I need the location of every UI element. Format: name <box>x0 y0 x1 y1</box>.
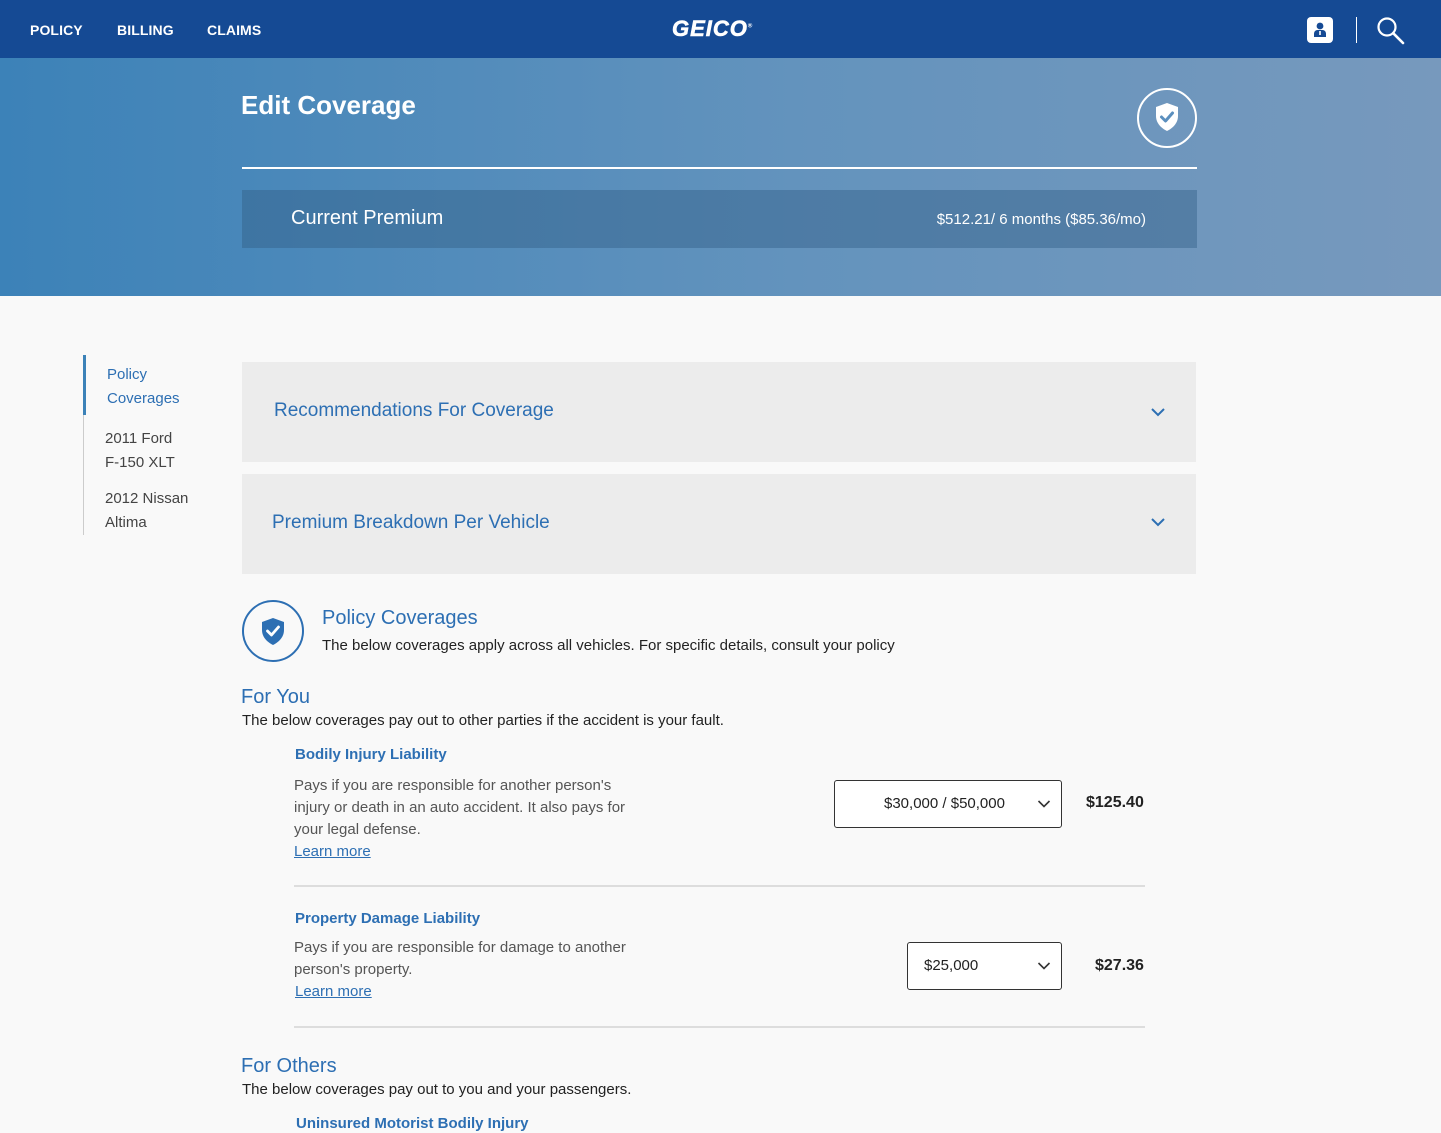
top-navigation: POLICY BILLING CLAIMS GEICO® <box>0 0 1441 58</box>
nav-policy-link[interactable]: POLICY <box>30 22 83 38</box>
nav-billing-link[interactable]: BILLING <box>117 22 174 38</box>
chevron-down-icon <box>1037 800 1051 808</box>
logo-text: GEICO <box>672 16 748 42</box>
policy-coverages-title: Policy Coverages <box>322 607 478 629</box>
geico-logo[interactable]: GEICO® <box>672 16 753 42</box>
banner-divider <box>242 167 1197 169</box>
accordion-label: Recommendations For Coverage <box>274 400 554 421</box>
logo-registered-mark: ® <box>747 23 754 30</box>
premium-label: Current Premium <box>291 207 444 229</box>
premium-breakdown-accordion[interactable]: Premium Breakdown Per Vehicle <box>242 474 1196 574</box>
property-damage-limit-select[interactable]: $25,000 <box>907 942 1062 990</box>
property-damage-title[interactable]: Property Damage Liability <box>295 910 480 927</box>
coverage-divider <box>294 885 1145 887</box>
shield-glyph <box>1156 103 1178 131</box>
search-icon[interactable] <box>1376 16 1406 46</box>
bodily-injury-title[interactable]: Bodily Injury Liability <box>295 746 447 763</box>
bodily-injury-price: $125.40 <box>1086 794 1144 811</box>
side-nav-ford-f150[interactable]: 2011 Ford F-150 XLT <box>105 427 225 475</box>
search-glyph <box>1377 17 1405 45</box>
accordion-label: Premium Breakdown Per Vehicle <box>272 512 550 533</box>
bodily-injury-learn-more-link[interactable]: Learn more <box>294 843 371 860</box>
coverage-side-nav: Policy Coverages 2011 Ford F-150 XLT 201… <box>83 355 223 535</box>
side-nav-nissan-altima[interactable]: 2012 Nissan Altima <box>105 487 225 535</box>
property-damage-learn-more-link[interactable]: Learn more <box>295 983 372 1000</box>
page-header-banner: Edit Coverage Current Premium $512.21/ 6… <box>0 58 1441 296</box>
premium-value: $512.21/ 6 months ($85.36/mo) <box>936 211 1146 228</box>
recommendations-accordion[interactable]: Recommendations For Coverage <box>242 362 1196 462</box>
for-you-title: For You <box>241 686 310 708</box>
for-others-title: For Others <box>241 1055 337 1077</box>
side-nav-policy-coverages[interactable]: Policy Coverages <box>107 363 227 411</box>
nav-divider <box>1356 17 1357 43</box>
nav-claims-link[interactable]: CLAIMS <box>207 22 261 38</box>
side-nav-active-indicator <box>83 355 86 415</box>
policy-coverages-description: The below coverages apply across all veh… <box>322 637 895 654</box>
shield-glyph <box>262 618 284 645</box>
for-you-description: The below coverages pay out to other par… <box>242 712 724 729</box>
bodily-injury-limit-select[interactable]: $30,000 / $50,000 <box>834 780 1062 828</box>
bodily-injury-description: Pays if you are responsible for another … <box>294 777 626 838</box>
side-nav-label-line: F-150 XLT <box>105 454 175 471</box>
current-premium-bar: Current Premium $512.21/ 6 months ($85.3… <box>242 190 1197 248</box>
shield-check-icon <box>242 600 304 662</box>
side-nav-label-line: Coverages <box>107 390 180 407</box>
for-others-description: The below coverages pay out to you and y… <box>242 1081 632 1098</box>
side-nav-label-line: Altima <box>105 514 147 531</box>
user-glyph <box>1314 22 1326 37</box>
property-damage-description: Pays if you are responsible for damage t… <box>294 939 626 978</box>
select-value: $30,000 / $50,000 <box>884 795 1005 812</box>
chevron-down-icon <box>1151 408 1165 417</box>
chevron-down-icon <box>1151 518 1165 527</box>
page-title: Edit Coverage <box>241 90 416 120</box>
property-damage-price: $27.36 <box>1095 957 1144 974</box>
user-icon[interactable] <box>1307 17 1333 43</box>
select-value: $25,000 <box>924 957 979 974</box>
side-nav-label-line: Policy <box>107 366 148 383</box>
chevron-down-icon <box>1037 962 1051 970</box>
shield-check-icon <box>1137 88 1197 148</box>
coverage-divider <box>294 1026 1145 1028</box>
side-nav-label-line: 2011 Ford <box>105 430 173 447</box>
uninsured-motorist-title[interactable]: Uninsured Motorist Bodily Injury <box>296 1115 529 1132</box>
side-nav-label-line: 2012 Nissan <box>105 490 189 507</box>
